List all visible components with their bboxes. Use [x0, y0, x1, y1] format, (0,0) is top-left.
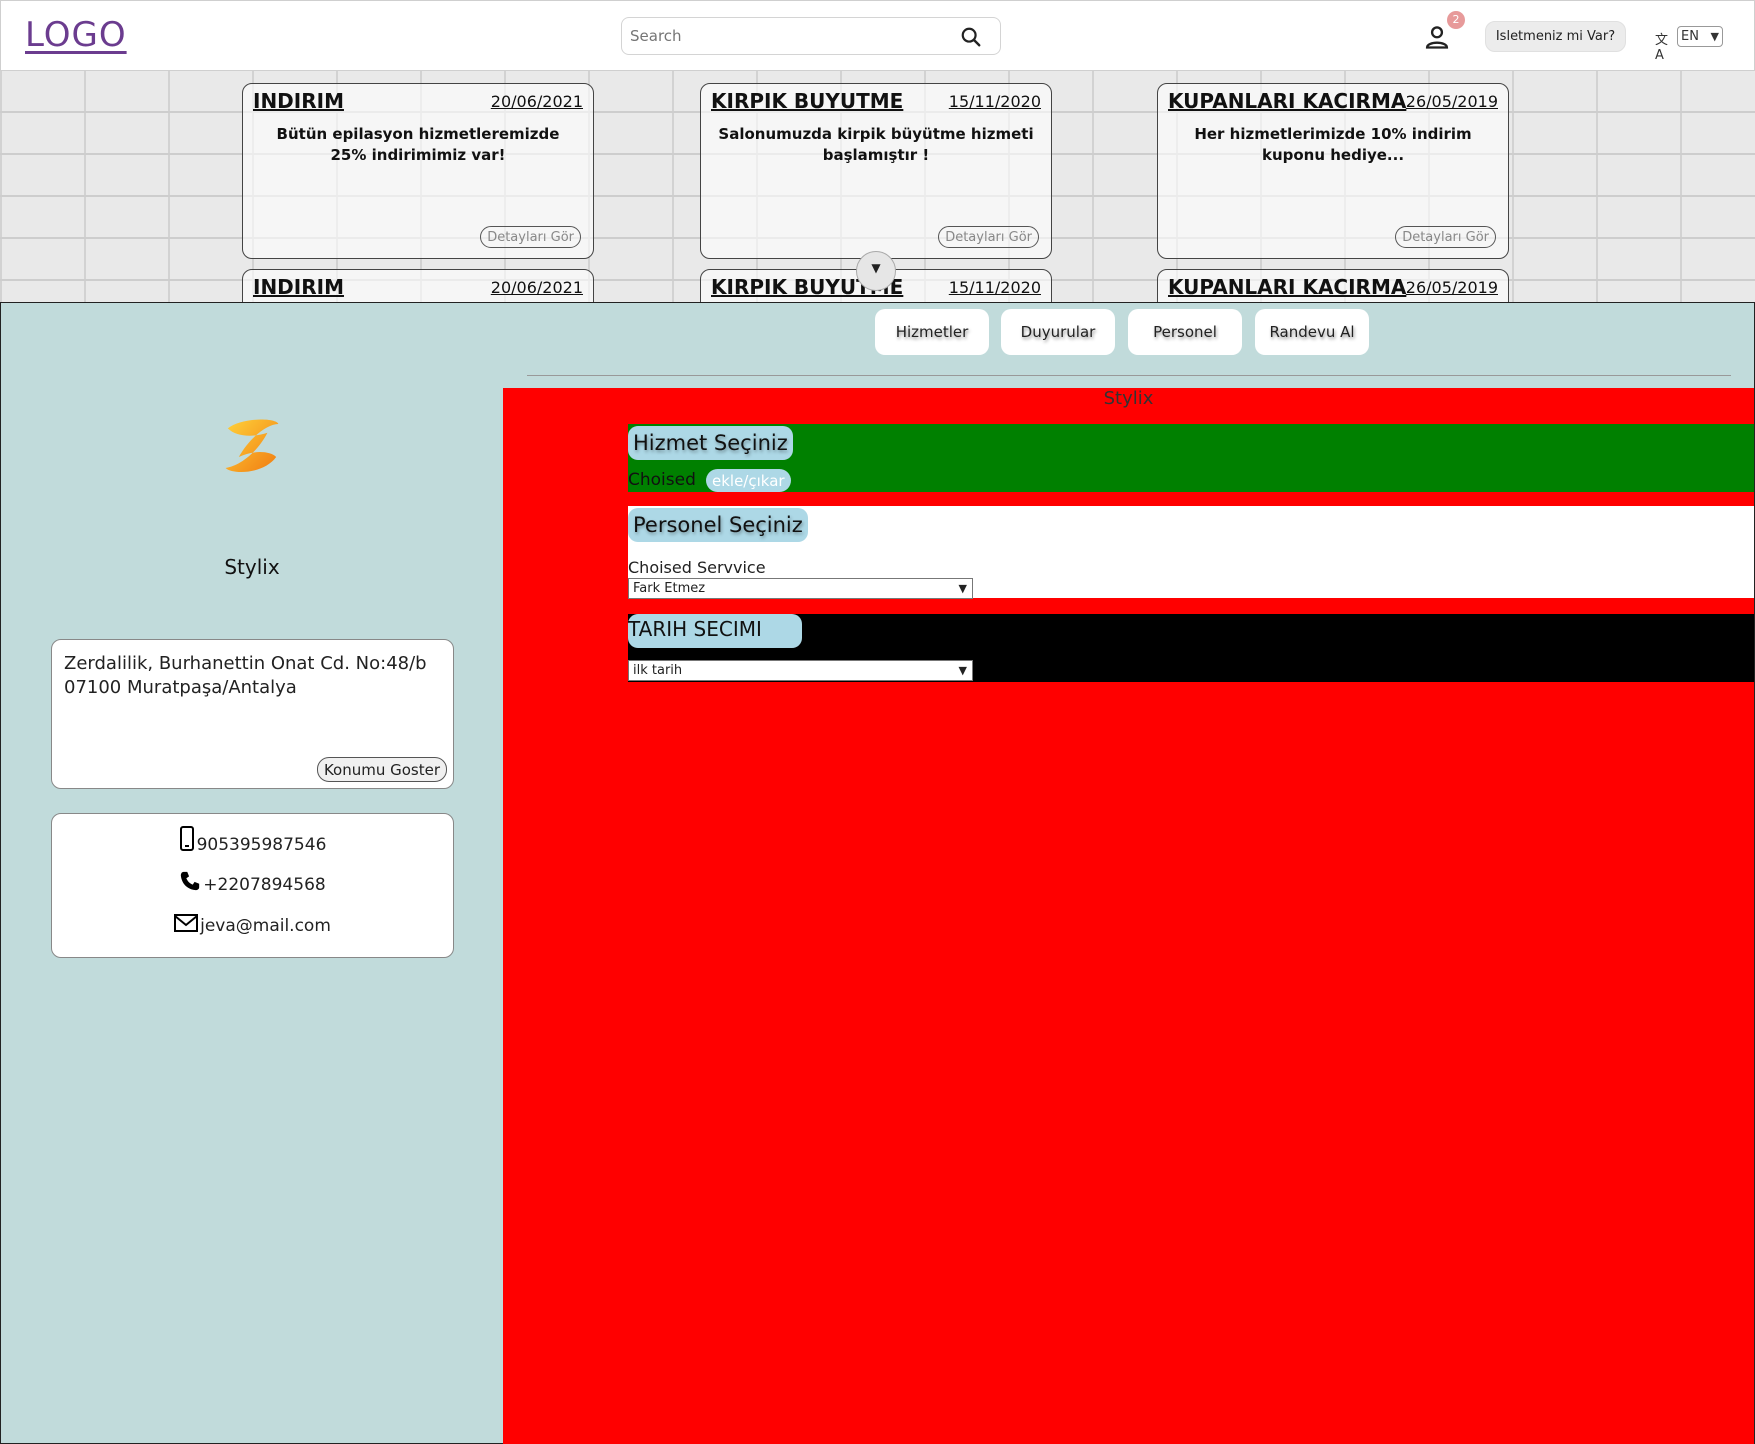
user-icon[interactable] [1423, 23, 1451, 51]
logo[interactable]: LOGO [25, 15, 127, 55]
chevron-down-icon: ▼ [958, 582, 967, 595]
search-box[interactable] [621, 17, 1001, 55]
tab-book-appointment[interactable]: Randevu Al [1255, 309, 1369, 355]
details-button[interactable]: Detayları Gör [480, 226, 581, 248]
date-select[interactable]: ilk tarih ▼ [628, 660, 973, 681]
top-navbar: LOGO 2 Isletmeniz mi Var? 文A EN ▼ [0, 0, 1755, 71]
announcement-title[interactable]: KUPANLARI KACIRMA [1168, 89, 1406, 113]
announcement-date: 20/06/2021 [490, 278, 583, 297]
staff-select[interactable]: Fark Etmez ▼ [628, 578, 973, 599]
address-card: Zerdalilik, Burhanettin Onat Cd. No:48/b… [51, 639, 454, 789]
language-value: EN [1681, 29, 1699, 44]
choised-label: Choised [628, 470, 696, 490]
salon-address: Zerdalilik, Burhanettin Onat Cd. No:48/b… [64, 653, 427, 698]
announcement-card: INDIRIM 20/06/2021 Bütün epilasyon hizme… [242, 83, 594, 259]
announcement-body: Bütün epilasyon hizmetleremizde 25% indi… [276, 125, 560, 164]
email-address[interactable]: jeva@mail.com [200, 916, 331, 936]
date-select-value: ilk tarih [633, 663, 683, 678]
show-location-button[interactable]: Konumu Goster [316, 757, 447, 782]
choised-service-label: Choised Servvice [628, 558, 766, 577]
phone-row: +2207894568 [52, 870, 453, 895]
phone-icon [181, 871, 200, 891]
announcement-body: Salonumuzda kirpik büyütme hizmeti başla… [718, 125, 1034, 164]
add-remove-service-button[interactable]: ekle/çıkar [706, 469, 791, 492]
mobile-phone-icon [179, 826, 194, 851]
booking-title: Stylix [1103, 388, 1154, 409]
details-button[interactable]: Detayları Gör [1395, 226, 1496, 248]
service-selection-section: Hizmet Seçiniz Choised ekle/çıkar [628, 424, 1754, 492]
announcement-date: 26/05/2019 [1405, 278, 1498, 297]
staff-heading: Personel Seçiniz [628, 508, 808, 542]
tab-announcements[interactable]: Duyurular [1001, 309, 1115, 355]
chevron-down-icon: ▼ [958, 664, 967, 677]
announcement-title[interactable]: INDIRIM [253, 89, 344, 113]
date-selection-section: TARIH SECIMI ilk tarih ▼ [628, 614, 1754, 682]
details-button[interactable]: Detayları Gör [938, 226, 1039, 248]
email-row: jeva@mail.com [52, 913, 453, 936]
salon-logo-icon [225, 419, 279, 473]
staff-selection-section: Personel Seçiniz Choised Servvice Fark E… [628, 506, 1754, 599]
phone-number[interactable]: +2207894568 [203, 875, 325, 895]
caret-down-icon: ▼ [871, 261, 881, 275]
mail-icon [174, 914, 199, 932]
search-icon[interactable] [960, 26, 982, 48]
announcement-card: KIRPIK BUYUTME 15/11/2020 Salonumuzda ki… [700, 83, 1052, 259]
business-owner-button[interactable]: Isletmeniz mi Var? [1485, 21, 1626, 52]
divider [527, 375, 1731, 376]
staff-select-value: Fark Etmez [633, 581, 706, 596]
announcement-date: 20/06/2021 [490, 92, 583, 111]
tab-staff[interactable]: Personel [1128, 309, 1242, 355]
date-heading: TARIH SECIMI [628, 614, 802, 648]
announcement-title[interactable]: KIRPIK BUYUTME [711, 89, 903, 113]
booking-panel: Stylix Hizmet Seçiniz Choised ekle/çıkar… [503, 388, 1754, 1444]
salon-page: Hizmetler Duyurular Personel Randevu Al … [0, 302, 1755, 1444]
contact-card: 905395987546 +2207894568 jeva@mail.com [51, 813, 454, 958]
salon-name: Stylix [224, 555, 280, 579]
mobile-number[interactable]: 905395987546 [197, 835, 327, 855]
announcement-card: KUPANLARI KACIRMA 26/05/2019 [1157, 269, 1509, 302]
chevron-down-icon: ▼ [1710, 30, 1719, 43]
search-input[interactable] [630, 26, 950, 46]
announcement-card: KUPANLARI KACIRMA 26/05/2019 Her hizmetl… [1157, 83, 1509, 259]
mobile-row: 905395987546 [52, 826, 453, 855]
announcement-title[interactable]: KUPANLARI KACIRMA [1168, 275, 1406, 299]
announcement-date: 26/05/2019 [1405, 92, 1498, 111]
service-heading: Hizmet Seçiniz [628, 426, 793, 460]
announcement-body: Her hizmetlerimizde 10% indirim kuponu h… [1194, 125, 1472, 164]
translate-icon: 文A [1655, 33, 1669, 63]
notification-badge: 2 [1447, 11, 1465, 29]
language-select[interactable]: EN ▼ [1677, 26, 1723, 47]
announcement-date: 15/11/2020 [948, 278, 1041, 297]
announcement-date: 15/11/2020 [948, 92, 1041, 111]
tab-services[interactable]: Hizmetler [875, 309, 989, 355]
expand-announcements-button[interactable]: ▼ [856, 251, 896, 291]
announcement-card: INDIRIM 20/06/2021 [242, 269, 594, 302]
announcement-title[interactable]: INDIRIM [253, 275, 344, 299]
